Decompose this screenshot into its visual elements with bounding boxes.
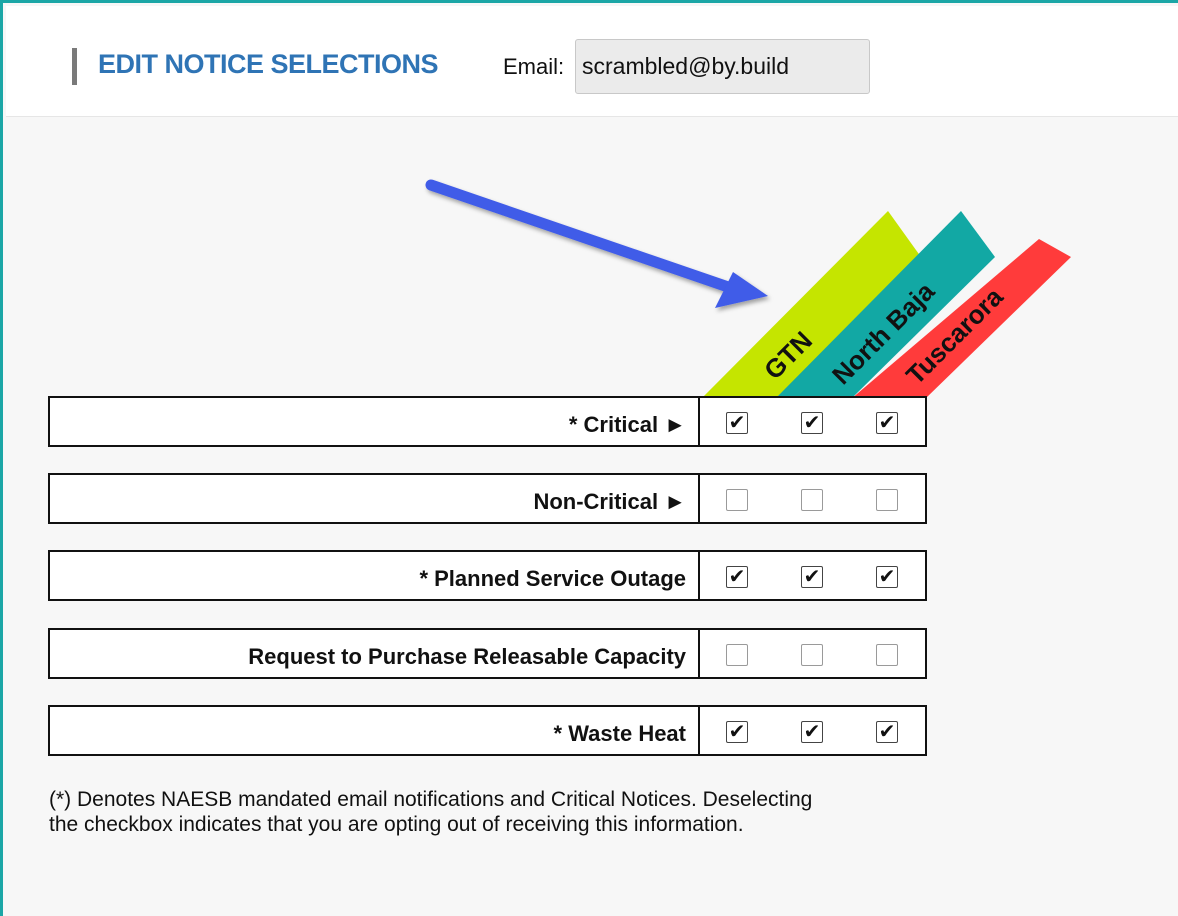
checkbox-cell-tuscarora: ✔ [850, 550, 927, 601]
page-header: EDIT NOTICE SELECTIONS Email: [6, 6, 1178, 117]
notice-row-releasable-capacity: Request to Purchase Releasable Capacity [48, 628, 927, 679]
checkbox-non-critical-tuscarora[interactable] [876, 489, 898, 511]
checkbox-cell-north-baja: ✔ [775, 550, 852, 601]
checkbox-cell-tuscarora [850, 628, 927, 679]
checkbox-releasable-capacity-north-baja[interactable] [801, 644, 823, 666]
notice-row-critical: * Critical ► ✔ ✔ ✔ [48, 396, 927, 447]
checkbox-cell-north-baja [775, 473, 852, 524]
row-label-cell: * Waste Heat [48, 705, 700, 756]
row-label-cell: Request to Purchase Releasable Capacity [48, 628, 700, 679]
checkbox-releasable-capacity-gtn[interactable] [726, 644, 748, 666]
notice-row-waste-heat: * Waste Heat ✔ ✔ ✔ [48, 705, 927, 756]
checkbox-cell-gtn [700, 473, 777, 524]
app-frame: EDIT NOTICE SELECTIONS Email: GTN North … [0, 0, 1178, 916]
checkbox-planned-outage-tuscarora[interactable]: ✔ [876, 566, 898, 588]
row-label-cell: * Planned Service Outage [48, 550, 700, 601]
notice-row-planned-service-outage: * Planned Service Outage ✔ ✔ ✔ [48, 550, 927, 601]
checkbox-waste-heat-tuscarora[interactable]: ✔ [876, 721, 898, 743]
email-label: Email: [503, 54, 565, 79]
row-label-cell: * Critical ► [48, 396, 700, 447]
checkbox-planned-outage-north-baja[interactable]: ✔ [801, 566, 823, 588]
footnote: (*) Denotes NAESB mandated email notific… [49, 787, 949, 837]
row-label: Non-Critical ► [533, 489, 686, 514]
footnote-line: the checkbox indicates that you are opti… [49, 813, 744, 836]
checkbox-waste-heat-north-baja[interactable]: ✔ [801, 721, 823, 743]
checkbox-cell-gtn: ✔ [700, 396, 777, 447]
checkbox-critical-tuscarora[interactable]: ✔ [876, 412, 898, 434]
checkbox-cell-tuscarora: ✔ [850, 705, 927, 756]
checkbox-cell-tuscarora [850, 473, 927, 524]
checkbox-cell-gtn: ✔ [700, 550, 777, 601]
checkbox-non-critical-gtn[interactable] [726, 489, 748, 511]
checkbox-cell-north-baja: ✔ [775, 396, 852, 447]
checkbox-critical-north-baja[interactable]: ✔ [801, 412, 823, 434]
checkbox-planned-outage-gtn[interactable]: ✔ [726, 566, 748, 588]
checkbox-releasable-capacity-tuscarora[interactable] [876, 644, 898, 666]
checkbox-non-critical-north-baja[interactable] [801, 489, 823, 511]
page-title: EDIT NOTICE SELECTIONS [98, 49, 439, 79]
email-field[interactable] [575, 39, 870, 94]
title-accent-bar [72, 48, 77, 85]
checkbox-cell-north-baja: ✔ [775, 705, 852, 756]
footnote-line: (*) Denotes NAESB mandated email notific… [49, 788, 813, 811]
row-label: * Waste Heat [553, 721, 686, 746]
checkbox-critical-gtn[interactable]: ✔ [726, 412, 748, 434]
checkbox-cell-gtn [700, 628, 777, 679]
checkbox-waste-heat-gtn[interactable]: ✔ [726, 721, 748, 743]
column-headers: GTN North Baja Tuscarora [701, 211, 1071, 399]
checkbox-cell-gtn: ✔ [700, 705, 777, 756]
row-label: Request to Purchase Releasable Capacity [248, 644, 686, 669]
row-label: * Planned Service Outage [419, 566, 686, 591]
row-label: * Critical ► [568, 412, 686, 437]
checkbox-cell-tuscarora: ✔ [850, 396, 927, 447]
row-label-cell: Non-Critical ► [48, 473, 700, 524]
notice-row-non-critical: Non-Critical ► [48, 473, 927, 524]
checkbox-cell-north-baja [775, 628, 852, 679]
